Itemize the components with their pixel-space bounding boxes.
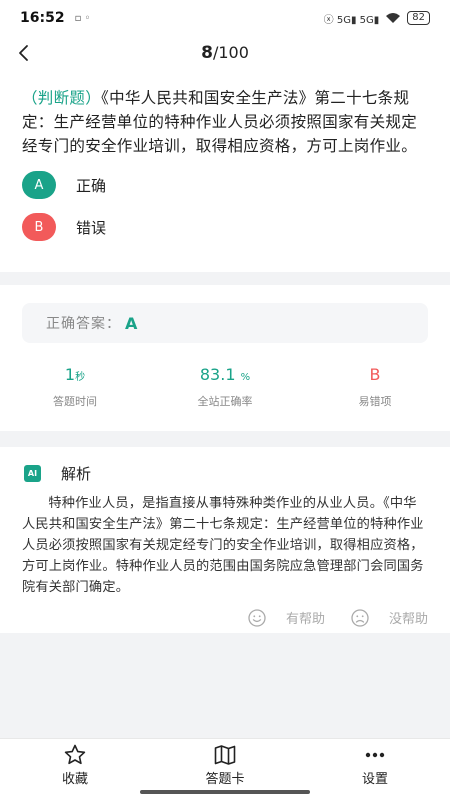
correct-answer-value: A xyxy=(125,313,138,333)
analysis-title: 解析 xyxy=(61,464,92,483)
sad-icon xyxy=(351,608,369,627)
stat-label: 全站正确率 xyxy=(197,395,253,408)
question-type: （判断题） xyxy=(22,89,102,107)
feedback-row: 有帮助 没帮助 xyxy=(22,608,428,627)
option-b-badge: B xyxy=(22,213,56,241)
progress-total: /100 xyxy=(212,43,249,62)
answer-card: 正确答案： A 1秒 答题时间 83.1 % 全站正确率 B 易错项 xyxy=(0,285,450,431)
stat-answer-time: 1秒 答题时间 xyxy=(0,365,150,409)
status-time: 16:52 xyxy=(20,10,65,26)
correct-answer-box: 正确答案： A xyxy=(22,303,428,343)
not-helpful-label: 没帮助 xyxy=(388,612,428,627)
header: 8/100 xyxy=(0,36,450,70)
stat-value: 1秒 xyxy=(0,365,150,387)
stat-value: B xyxy=(300,365,450,387)
progress-current: 8 xyxy=(201,43,213,63)
stat-accuracy: 83.1 % 全站正确率 xyxy=(150,365,300,409)
home-indicator[interactable] xyxy=(140,790,310,794)
back-button[interactable] xyxy=(12,39,36,67)
status-bar: 16:52 ▫ ◦ ⓧ 5G▮ 5G▮ 82 xyxy=(0,0,450,36)
question-progress: 8/100 xyxy=(201,43,249,63)
more-icon xyxy=(365,752,385,758)
stat-number: 83.1 xyxy=(199,365,236,384)
analysis-header: AI 解析 xyxy=(22,447,428,493)
option-b-text: 错误 xyxy=(76,218,107,237)
wifi-icon xyxy=(386,13,401,23)
stats-row: 1秒 答题时间 83.1 % 全站正确率 B 易错项 xyxy=(0,365,450,409)
stat-unit: % xyxy=(240,372,251,383)
tab-settings-label: 设置 xyxy=(361,772,388,787)
option-a[interactable]: A 正确 xyxy=(22,170,428,200)
analysis-text: 特种作业人员，是指直接从事特殊种类作业的从业人员。《中华人民共和国安全生产法》第… xyxy=(22,496,424,595)
analysis-card: AI 解析 特种作业人员，是指直接从事特殊种类作业的从业人员。《中华人民共和国安… xyxy=(0,447,450,633)
option-b[interactable]: B 错误 xyxy=(22,212,428,242)
chevron-left-icon xyxy=(19,45,28,61)
question-text: （判断题）《中华人民共和国安全生产法》第二十七条规定：生产经营单位的特种作业人员… xyxy=(22,86,428,158)
helpful-button[interactable]: 有帮助 xyxy=(248,608,325,627)
notification-icons: ▫ ◦ xyxy=(74,12,91,24)
not-helpful-button[interactable]: 没帮助 xyxy=(351,608,428,627)
signal-icon: ⓧ 5G▮ 5G▮ xyxy=(323,14,380,26)
tab-favorite-label: 收藏 xyxy=(61,772,88,787)
stat-unit: 秒 xyxy=(75,372,86,383)
ai-icon: AI xyxy=(24,464,41,482)
tab-settings[interactable]: 设置 xyxy=(300,739,450,800)
star-icon xyxy=(64,744,86,765)
stat-number: 1 xyxy=(64,365,76,384)
tab-favorite[interactable]: 收藏 xyxy=(0,739,150,800)
stat-common-error: B 易错项 xyxy=(300,365,450,409)
stat-number: B xyxy=(369,365,381,384)
smile-icon xyxy=(248,608,266,627)
correct-answer-label: 正确答案： xyxy=(46,316,121,332)
status-indicators: ⓧ 5G▮ 5G▮ 82 xyxy=(324,11,430,26)
helpful-label: 有帮助 xyxy=(285,612,325,627)
tab-answer-sheet-label: 答题卡 xyxy=(205,772,245,787)
stat-value: 83.1 % xyxy=(150,365,300,387)
option-a-badge: A xyxy=(22,171,56,199)
map-icon xyxy=(214,745,236,765)
stat-label: 答题时间 xyxy=(53,395,97,408)
question-card: （判断题）《中华人民共和国安全生产法》第二十七条规定：生产经营单位的特种作业人员… xyxy=(0,70,450,272)
stat-label: 易错项 xyxy=(358,395,392,408)
battery-icon: 82 xyxy=(407,11,430,25)
option-a-text: 正确 xyxy=(76,176,107,195)
